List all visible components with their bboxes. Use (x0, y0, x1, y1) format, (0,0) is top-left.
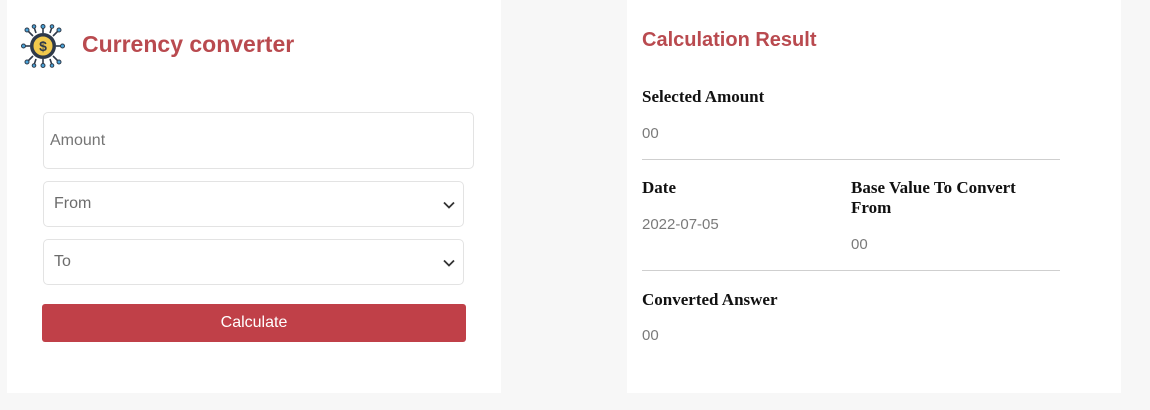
from-currency-select[interactable]: From (43, 181, 464, 227)
selected-amount-label: Selected Amount (642, 87, 765, 106)
base-value-value: 00 (851, 236, 868, 253)
currency-circuit-icon: $ (21, 24, 65, 68)
date-label: Date (642, 178, 676, 197)
amount-input[interactable] (43, 112, 474, 169)
currency-converter-page: $ Currency converter From To Calculate C… (0, 0, 1150, 410)
converted-answer-value: 00 (642, 327, 659, 344)
selected-amount-value: 00 (642, 125, 659, 142)
result-card: Calculation Result Selected Amount 00 Da… (627, 0, 1121, 393)
converted-answer-label: Converted Answer (642, 290, 778, 309)
base-value-label: Base Value To Convert From (851, 178, 1016, 217)
divider (642, 270, 1060, 271)
date-value: 2022-07-05 (642, 216, 719, 233)
result-title: Calculation Result (642, 29, 817, 51)
converter-card: $ Currency converter From To Calculate (7, 0, 501, 393)
app-title: Currency converter (82, 31, 295, 57)
divider (642, 159, 1060, 160)
chevron-down-icon (443, 240, 455, 284)
to-select-value: To (54, 253, 71, 270)
svg-text:$: $ (39, 38, 47, 54)
to-currency-select[interactable]: To (43, 239, 464, 285)
calculate-button[interactable]: Calculate (42, 304, 466, 342)
from-select-value: From (54, 195, 92, 212)
chevron-down-icon (443, 182, 455, 226)
